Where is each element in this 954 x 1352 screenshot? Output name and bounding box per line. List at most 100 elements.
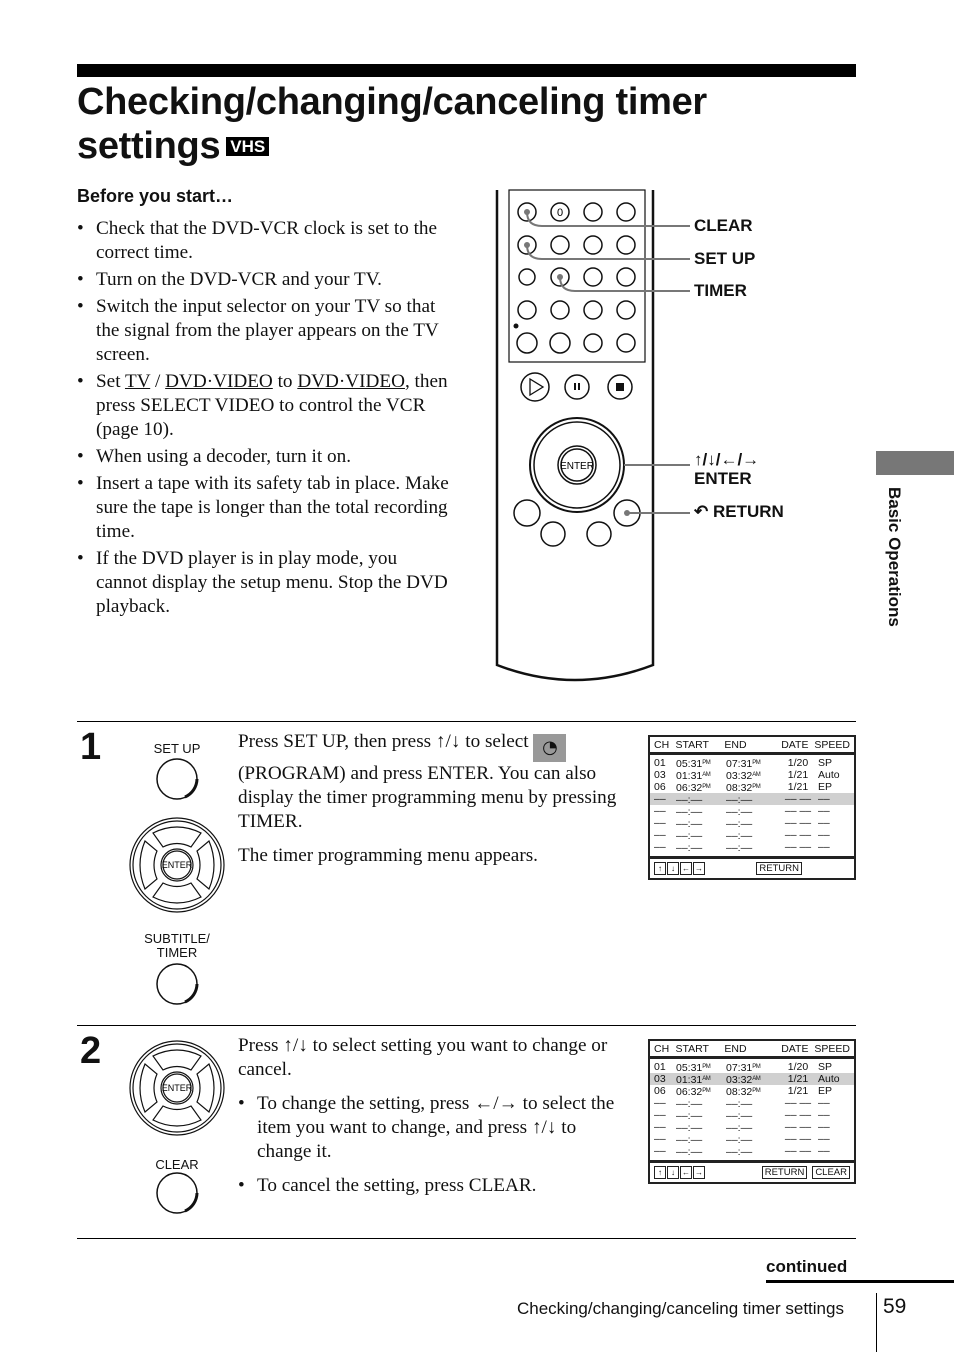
- osd-ampm: PM: [702, 1088, 711, 1094]
- clear-label: CLEAR: [694, 216, 753, 235]
- osd-cell-date: 1/21: [778, 781, 818, 793]
- osd-cell-value: Auto: [818, 769, 840, 781]
- list-item: Set TV / DVD·VIDEO to DVD·VIDEO, then pr…: [77, 370, 452, 442]
- osd-cell-value: ––: [654, 817, 666, 829]
- osd-cell-value: –– ––: [784, 829, 812, 841]
- page-number-separator: [876, 1293, 877, 1352]
- osd-cell-date: 1/21: [778, 769, 818, 781]
- osd-column-header: DATE: [781, 739, 809, 751]
- osd-cell-speed: ––: [818, 817, 850, 829]
- osd-timer-row[interactable]: 06 06:32PM 08:32PM 1/21 EP: [650, 781, 854, 794]
- bottom-divider: [77, 1238, 856, 1239]
- list-item: To change the setting, press ←/→ to sele…: [238, 1092, 628, 1164]
- section-tab: [876, 451, 954, 475]
- osd-timer-row[interactable]: –– ––:–– ––:–– –– –– ––: [650, 1109, 854, 1122]
- osd-cell-value: ––: [654, 1121, 666, 1133]
- osd-ampm: PM: [702, 1064, 711, 1070]
- osd-cell-value: –– ––: [784, 805, 812, 817]
- osd-cell-value: SP: [818, 757, 833, 769]
- osd-timer-row[interactable]: –– ––:–– ––:–– –– –– ––: [650, 1097, 854, 1110]
- remote-control-illustration: 0 ENTER: [495, 189, 690, 682]
- osd-cell-start: ––:––: [676, 1145, 726, 1158]
- osd-cell-end: ––:––: [726, 793, 778, 806]
- osd-timer-row[interactable]: –– ––:–– ––:–– –– –– ––: [650, 829, 854, 842]
- osd-timer-row[interactable]: –– ––:–– ––:–– –– –– ––: [650, 1121, 854, 1134]
- osd-timer-row[interactable]: 03 01:31AM 03:32AM 1/21 Auto: [650, 769, 854, 782]
- osd-timer-row[interactable]: 01 05:31PM 07:31PM 1/20 SP: [650, 757, 854, 770]
- osd-timer-row[interactable]: 06 06:32PM 08:32PM 1/21 EP: [650, 1085, 854, 1098]
- osd-cell-speed: Auto: [818, 1073, 850, 1085]
- osd-cell-value: 1/21: [787, 1085, 809, 1097]
- osd-header: CH START END DATE SPEED: [650, 1041, 854, 1059]
- osd-cell-ch: ––: [654, 1145, 676, 1157]
- osd-cell-value: 1/20: [787, 757, 809, 769]
- osd-timer-row[interactable]: –– ––:–– ––:–– –– –– ––: [650, 805, 854, 818]
- title-line-1: Checking/changing/canceling timer: [77, 81, 707, 123]
- osd-timer-row[interactable]: 01 05:31PM 07:31PM 1/20 SP: [650, 1061, 854, 1074]
- osd-footer: ↑ ↓ ← → RETURN CLEAR: [650, 1160, 854, 1182]
- osd-cell-date: –– ––: [778, 1121, 818, 1133]
- list-item: If the DVD player is in play mode, you c…: [77, 547, 452, 619]
- osd-ampm: PM: [752, 760, 761, 766]
- right-arrow-icon: →: [693, 1166, 705, 1179]
- osd-timer-row[interactable]: –– ––:–– ––:–– –– –– ––: [650, 817, 854, 830]
- page-title: Checking/changing/canceling timer settin…: [77, 80, 857, 168]
- osd-cell-start: ––:––: [676, 829, 726, 842]
- osd-cell-end: ––:––: [726, 817, 778, 830]
- osd-cell-start: ––:––: [676, 1097, 726, 1110]
- osd-cell-ch: ––: [654, 1133, 676, 1145]
- osd-cell-speed: ––: [818, 1145, 850, 1157]
- text: to: [272, 371, 298, 392]
- text: /: [150, 371, 166, 392]
- step1-buttons-illustration: ENTER: [129, 758, 225, 1005]
- osd-cell-value: ––: [818, 1097, 830, 1109]
- osd-cell-start: ––:––: [676, 1121, 726, 1134]
- osd-return-button[interactable]: RETURN: [756, 862, 802, 875]
- osd-screen-2: CH START END DATE SPEED 01 05:31PM 07:31PM 1/20 S…: [648, 1039, 856, 1184]
- osd-cell-value: ––: [654, 829, 666, 841]
- osd-column-header: END: [724, 739, 747, 751]
- osd-cell-value: 03: [654, 769, 666, 781]
- subtitle-timer-button-label: SUBTITLE/ TIMER: [144, 931, 210, 960]
- timer-label: TIMER: [694, 281, 747, 300]
- osd-cell-value: ––: [818, 1109, 830, 1121]
- osd-cell-date: –– ––: [778, 805, 818, 817]
- zero-key-label: 0: [557, 207, 563, 219]
- osd-cell-date: –– ––: [778, 793, 818, 805]
- osd-cell-ch: 03: [654, 769, 676, 781]
- osd-column-header: CH: [654, 1043, 670, 1055]
- osd-cell-start: 01:31AM: [676, 1073, 726, 1086]
- section-tab-label: Basic Operations: [885, 487, 904, 627]
- osd-cell-speed: ––: [818, 805, 850, 817]
- osd-timer-row[interactable]: 03 01:31AM 03:32AM 1/21 Auto: [650, 1073, 854, 1086]
- enter-key-label: ENTER: [560, 461, 594, 472]
- osd-cell-date: 1/21: [778, 1085, 818, 1097]
- osd-cell-end: ––:––: [726, 1121, 778, 1134]
- osd-cell-value: –– ––: [784, 1133, 812, 1145]
- osd-timer-row[interactable]: –– ––:–– ––:–– –– –– ––: [650, 793, 854, 806]
- osd-cell-date: –– ––: [778, 817, 818, 829]
- osd-clear-button[interactable]: CLEAR: [812, 1166, 850, 1179]
- osd-timer-row[interactable]: –– ––:–– ––:–– –– –– ––: [650, 1145, 854, 1158]
- list-item: Check that the DVD-VCR clock is set to t…: [77, 217, 452, 265]
- return-text: RETURN: [712, 502, 784, 521]
- osd-cell-value: ––: [818, 1145, 830, 1157]
- list-item: Switch the input selector on your TV so …: [77, 295, 452, 367]
- osd-cell-ch: 01: [654, 1061, 676, 1073]
- osd-cell-value: ––: [654, 1109, 666, 1121]
- setup-label: SET UP: [694, 249, 756, 268]
- osd-cell-ch: ––: [654, 817, 676, 829]
- osd-column-header: END: [724, 1043, 747, 1055]
- osd-cell-end: ––:––: [726, 1133, 778, 1146]
- osd-cell-speed: ––: [818, 1097, 850, 1109]
- step2-text: Press ↑/↓ to select setting you want to …: [238, 1035, 608, 1080]
- osd-timer-row[interactable]: –– ––:–– ––:–– –– –– ––: [650, 1133, 854, 1146]
- osd-cell-start: ––:––: [676, 1133, 726, 1146]
- up-arrow-icon: ↑: [654, 862, 666, 875]
- osd-cell-value: ––:––: [676, 842, 703, 854]
- osd-cell-start: ––:––: [676, 1109, 726, 1122]
- osd-cell-value: –– ––: [784, 1109, 812, 1121]
- osd-return-button[interactable]: RETURN: [761, 1166, 808, 1179]
- osd-timer-row[interactable]: –– ––:–– ––:–– –– –– ––: [650, 841, 854, 854]
- step2-bullets: To change the setting, press ←/→ to sele…: [238, 1092, 628, 1198]
